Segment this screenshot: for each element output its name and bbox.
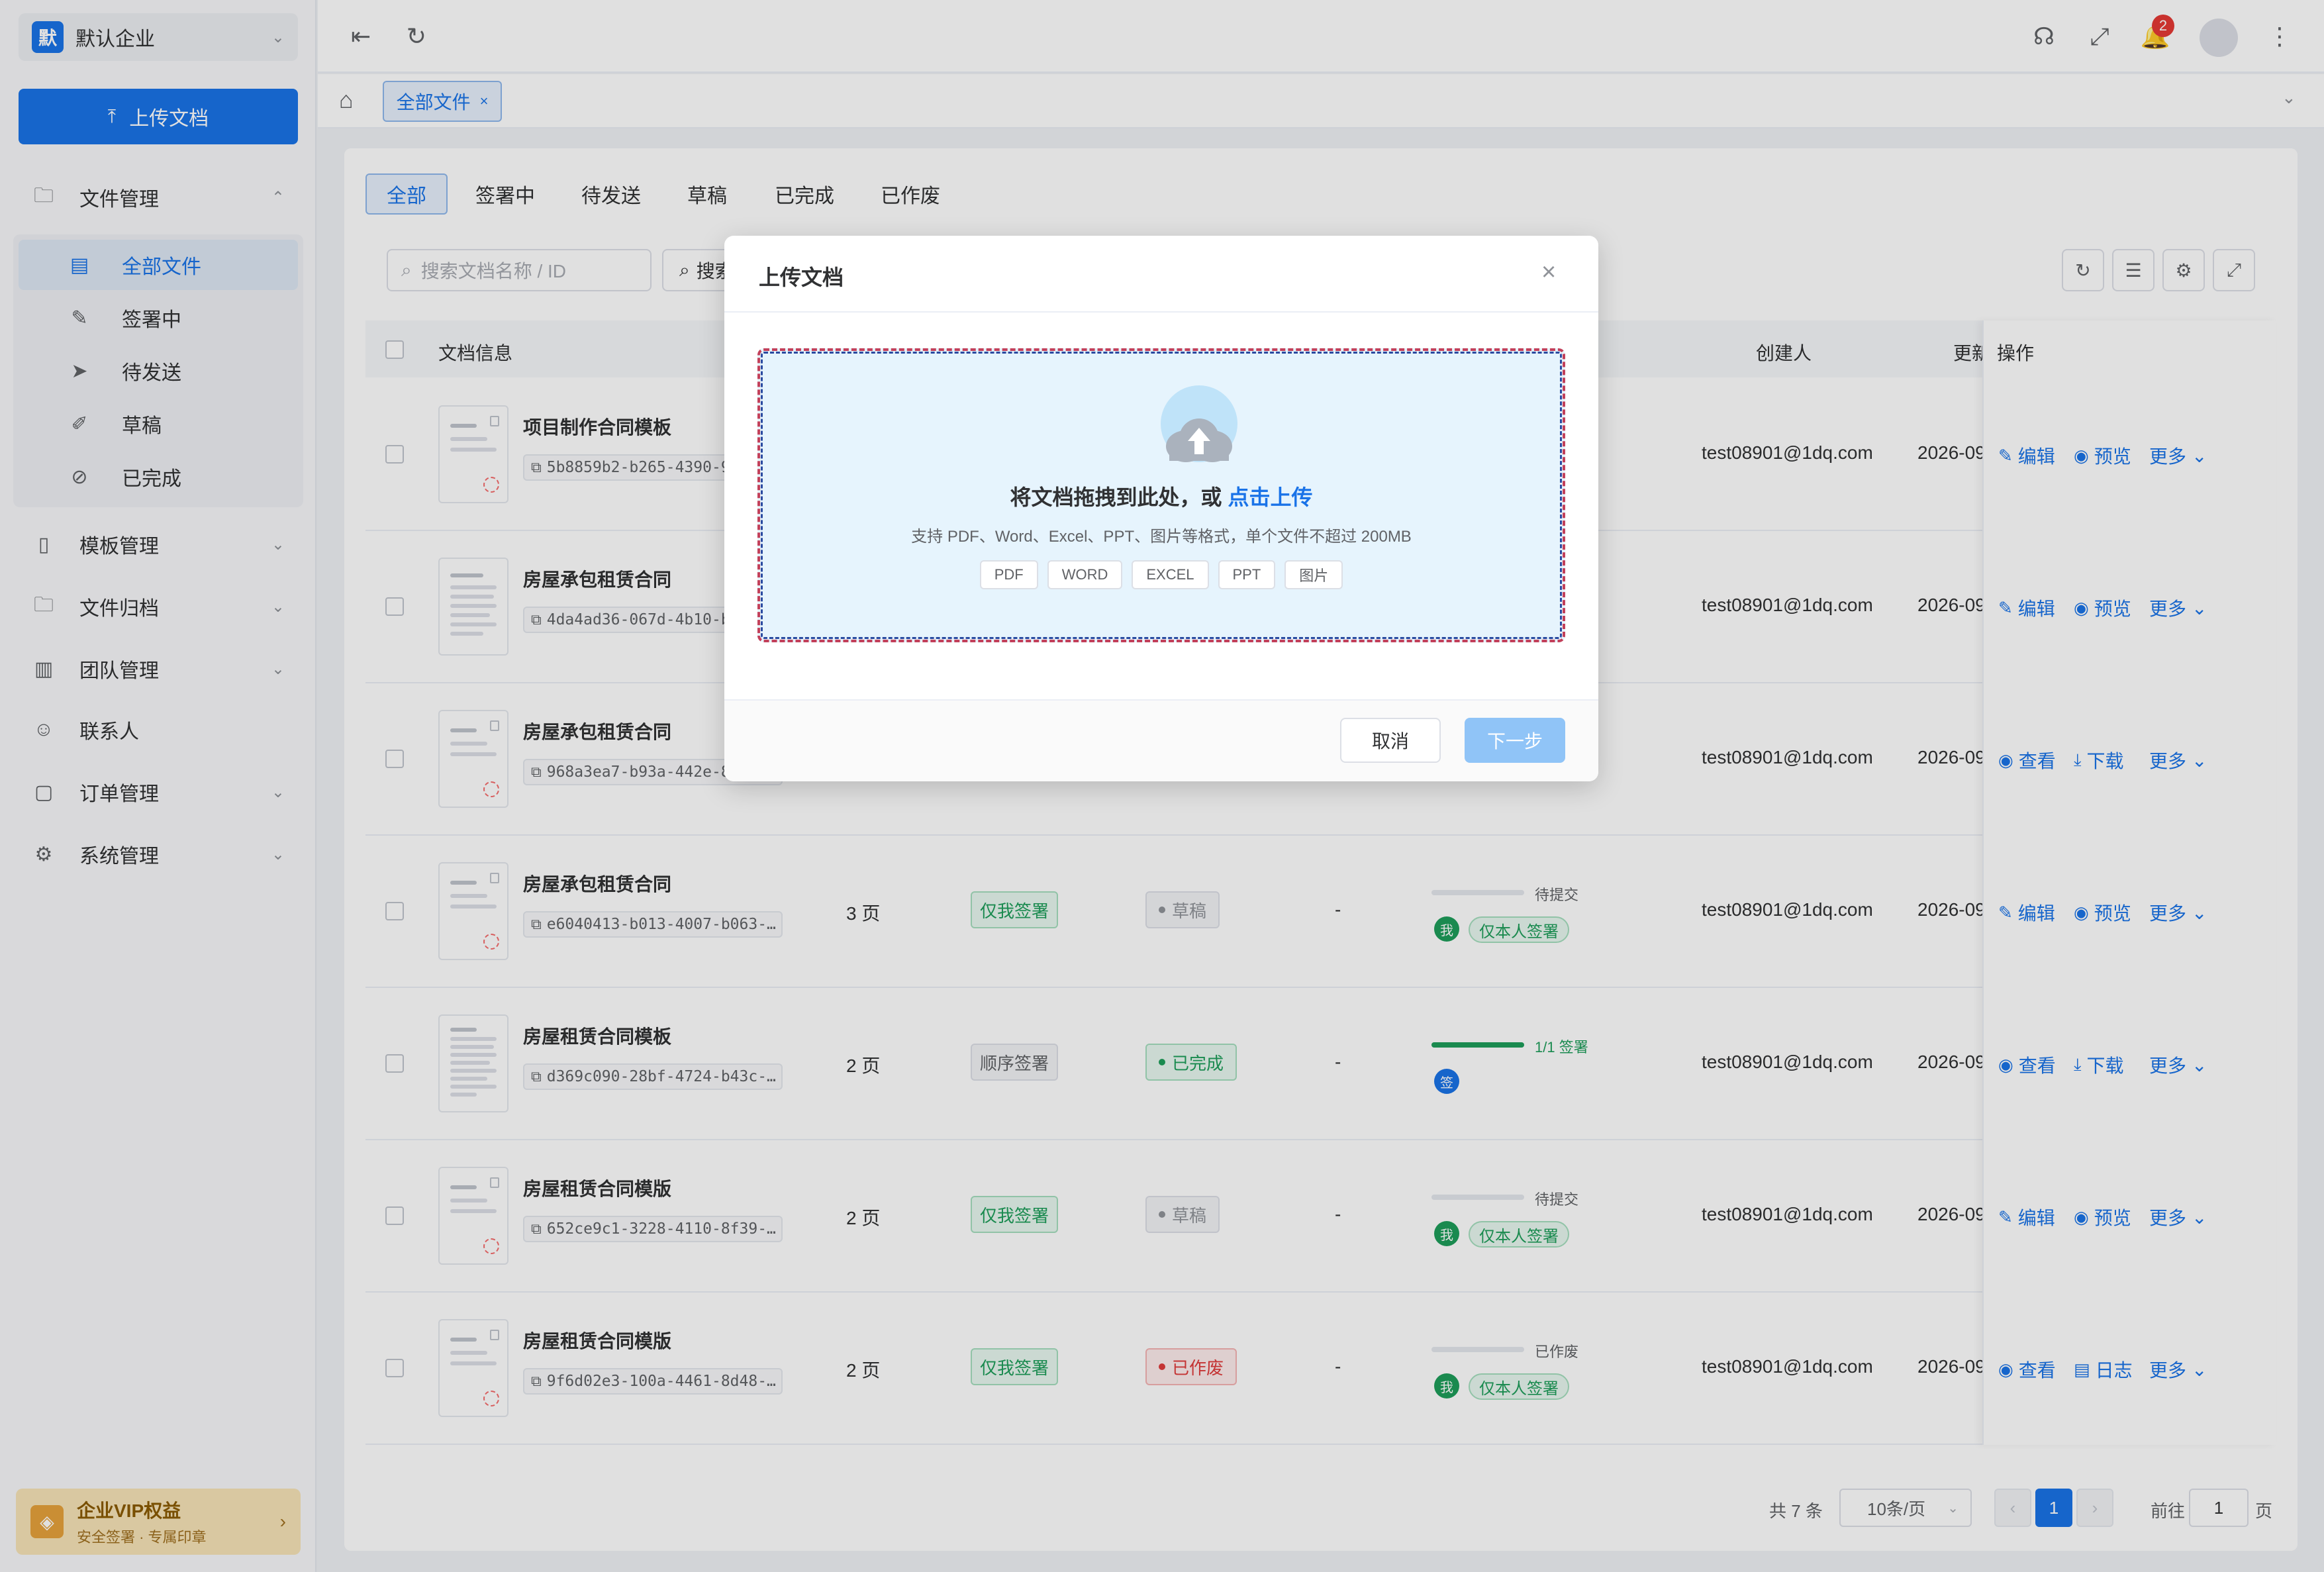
cancel-button[interactable]: 取消 xyxy=(1340,718,1441,763)
cloud-upload-icon xyxy=(1161,385,1237,462)
dropzone-hint: 支持 PDF、Word、Excel、PPT、图片等格式，单个文件不超过 200M… xyxy=(911,528,1412,546)
format-tags: PDF WORD EXCEL PPT 图片 xyxy=(760,560,1563,589)
format-tag: EXCEL xyxy=(1132,560,1209,589)
close-icon[interactable]: × xyxy=(1541,258,1556,287)
dropzone-instruction: 将文档拖拽到此处，或 xyxy=(1010,485,1222,509)
dialog-title: 上传文档 xyxy=(759,266,844,289)
format-tag: PDF xyxy=(979,560,1038,589)
upload-dropzone[interactable]: 将文档拖拽到此处，或 点击上传 支持 PDF、Word、Excel、PPT、图片… xyxy=(757,348,1565,642)
next-step-button[interactable]: 下一步 xyxy=(1465,718,1565,763)
upload-dialog: 上传文档 × 将文档拖拽到此处，或 点击上传 支持 PDF、Word、Excel… xyxy=(724,236,1598,781)
format-tag: 图片 xyxy=(1284,560,1343,589)
dropzone-text: 将文档拖拽到此处，或 点击上传 xyxy=(760,481,1563,511)
format-tag: PPT xyxy=(1218,560,1276,589)
format-tag: WORD xyxy=(1047,560,1123,589)
dialog-header xyxy=(724,236,1598,313)
click-to-upload-link[interactable]: 点击上传 xyxy=(1228,485,1312,509)
